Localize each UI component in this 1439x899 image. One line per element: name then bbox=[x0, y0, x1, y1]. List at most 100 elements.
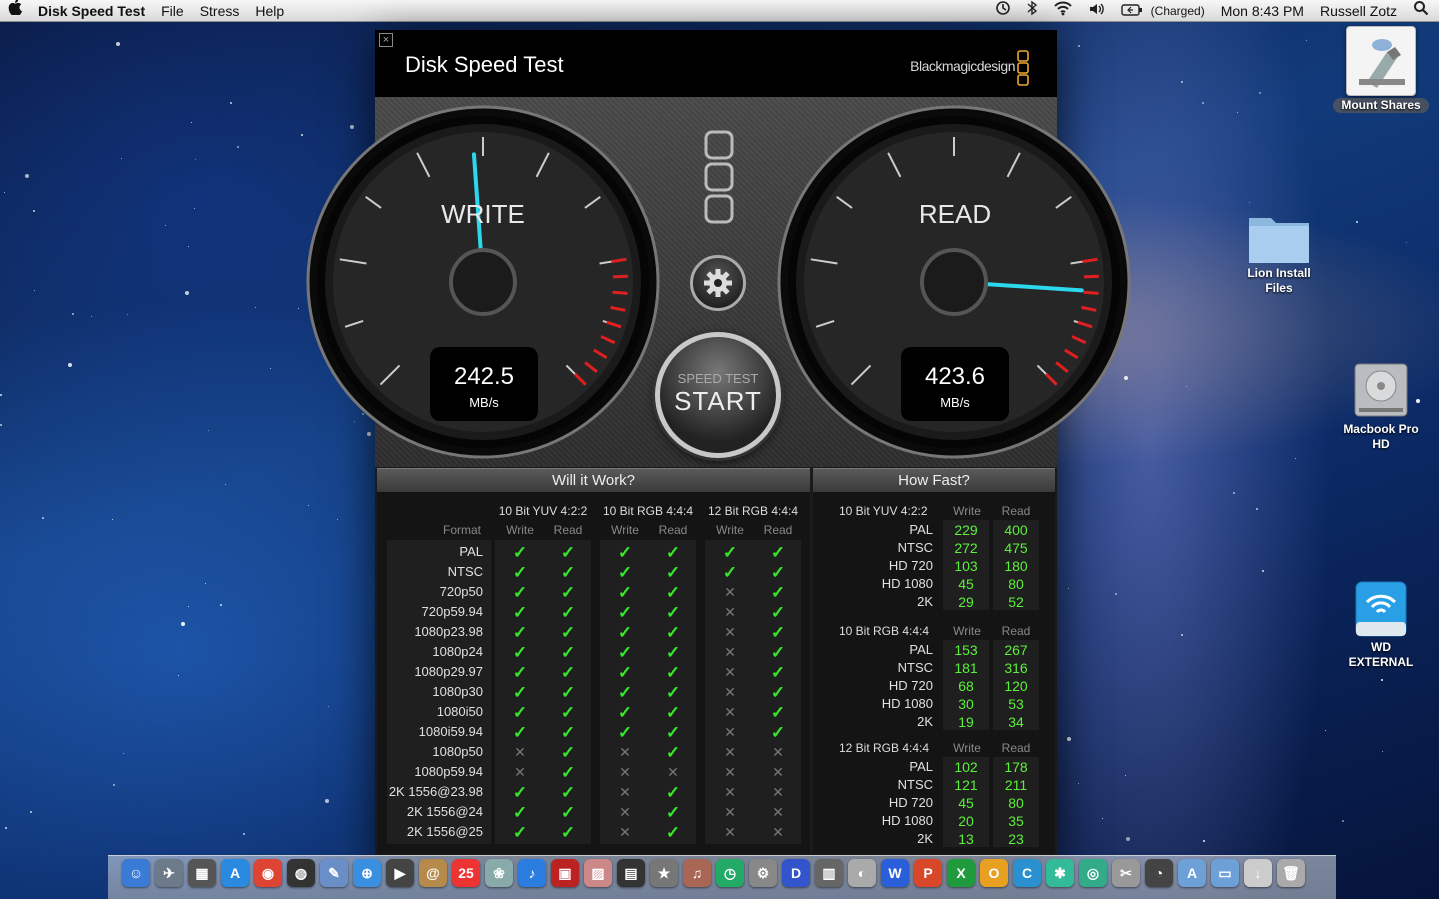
desktop-icon-lion-install-files[interactable]: Lion Install Files bbox=[1224, 208, 1334, 297]
dock-messenger-icon[interactable]: ✱ bbox=[1046, 859, 1074, 887]
dock-disk-utility-icon[interactable]: ◔ bbox=[1145, 859, 1173, 887]
dock-documents-folder-icon[interactable]: ▭ bbox=[1211, 859, 1239, 887]
star bbox=[328, 706, 329, 707]
battery-icon[interactable] bbox=[1113, 0, 1151, 22]
dock-photo-booth-icon[interactable]: ▣ bbox=[551, 859, 579, 887]
dock-garageband-icon[interactable]: ♫ bbox=[683, 859, 711, 887]
dock-chrome-icon[interactable]: ◉ bbox=[254, 859, 282, 887]
speed-row-label: PAL bbox=[909, 522, 933, 537]
app-menu[interactable]: Disk Speed Test bbox=[30, 0, 153, 22]
dock-vlc-icon[interactable]: D bbox=[782, 859, 810, 887]
dock-launchpad-icon[interactable]: ✈ bbox=[155, 859, 183, 887]
dock-word-icon[interactable]: W bbox=[881, 859, 909, 887]
star bbox=[178, 675, 179, 676]
check-icon: ✓ bbox=[617, 563, 633, 582]
dock-contacts-icon[interactable]: @ bbox=[419, 859, 447, 887]
check-icon: ✓ bbox=[617, 583, 633, 602]
spotlight-icon[interactable] bbox=[1405, 0, 1439, 22]
write-speed-value: 45 bbox=[958, 795, 974, 811]
cross-icon: ✕ bbox=[619, 764, 631, 780]
dock-communicator-icon[interactable]: C bbox=[1013, 859, 1041, 887]
dock-time-machine-icon[interactable]: ◷ bbox=[716, 859, 744, 887]
read-readout: 423.6 MB/s bbox=[901, 347, 1009, 421]
dock-dashboard-icon[interactable]: ◍ bbox=[287, 859, 315, 887]
dock-preview-icon[interactable]: ✎ bbox=[320, 859, 348, 887]
read-speed-value: 267 bbox=[1004, 642, 1028, 658]
speed-row-label: 2K bbox=[917, 714, 933, 729]
star bbox=[1203, 840, 1205, 842]
star bbox=[127, 314, 128, 315]
check-icon: ✓ bbox=[617, 683, 633, 702]
volume-icon[interactable] bbox=[1081, 0, 1113, 22]
format-row-label: 2K 1556@23.98 bbox=[388, 784, 483, 799]
read-value: 423.6 bbox=[924, 363, 986, 390]
apple-icon[interactable] bbox=[0, 0, 30, 22]
star bbox=[1342, 820, 1344, 822]
dock-app-store-icon[interactable]: A bbox=[221, 859, 249, 887]
group-header: 12 Bit RGB 4:4:4 bbox=[707, 504, 799, 518]
close-button[interactable]: × bbox=[379, 33, 393, 47]
star bbox=[1306, 40, 1307, 41]
star bbox=[112, 519, 113, 520]
format-row-label: 2K 1556@24 bbox=[406, 804, 483, 819]
cross-icon: ✕ bbox=[724, 824, 736, 840]
cross-icon: ✕ bbox=[514, 764, 526, 780]
dock-photos-icon[interactable]: ❀ bbox=[485, 859, 513, 887]
time-machine-icon[interactable] bbox=[987, 0, 1019, 22]
check-icon: ✓ bbox=[770, 583, 786, 602]
wifi-icon[interactable] bbox=[1045, 0, 1081, 22]
speed-row-label: 2K bbox=[917, 831, 933, 846]
check-icon: ✓ bbox=[617, 603, 633, 622]
dock-iphoto-icon[interactable]: ▨ bbox=[584, 859, 612, 887]
star bbox=[5, 827, 7, 829]
desktop-icon-mount-shares[interactable]: Mount Shares bbox=[1326, 26, 1436, 114]
cross-icon: ✕ bbox=[772, 764, 784, 780]
check-icon: ✓ bbox=[665, 743, 681, 762]
dock-finder-icon[interactable]: ☺ bbox=[122, 859, 150, 887]
read-speed-value: 180 bbox=[1004, 558, 1028, 574]
dock-powerpoint-icon[interactable]: P bbox=[914, 859, 942, 887]
stress-menu[interactable]: Stress bbox=[192, 0, 248, 22]
dock-system-preferences-icon[interactable]: ⚙ bbox=[749, 859, 777, 887]
check-icon: ✓ bbox=[617, 663, 633, 682]
dock-calendar-icon[interactable]: 25 bbox=[452, 859, 480, 887]
dock-applications-folder-icon[interactable]: A bbox=[1178, 859, 1206, 887]
format-row-label: 1080p59.94 bbox=[414, 764, 483, 779]
file-menu[interactable]: File bbox=[153, 0, 192, 22]
dock-itunes-icon[interactable]: ♪ bbox=[518, 859, 546, 887]
write-speed-value: 13 bbox=[958, 831, 974, 847]
check-icon: ✓ bbox=[512, 603, 528, 622]
menubar-user[interactable]: Russell Zotz bbox=[1312, 0, 1405, 22]
dock-utilities-icon[interactable]: ▥ bbox=[815, 859, 843, 887]
dock-network-icon[interactable]: ◎ bbox=[1079, 859, 1107, 887]
check-icon: ✓ bbox=[512, 583, 528, 602]
desktop-icon-wd-external[interactable]: WD EXTERNAL bbox=[1326, 578, 1436, 671]
star bbox=[30, 811, 32, 813]
dock-excel-icon[interactable]: X bbox=[947, 859, 975, 887]
check-icon: ✓ bbox=[770, 643, 786, 662]
dock-trash-icon[interactable]: 🗑 bbox=[1277, 859, 1305, 887]
dock-tools-icon[interactable]: ✂ bbox=[1112, 859, 1140, 887]
format-row-label: PAL bbox=[459, 544, 483, 559]
desktop-icon-macbook-pro-hd[interactable]: Macbook Pro HD bbox=[1326, 360, 1436, 453]
read-speed-value: 35 bbox=[1008, 813, 1024, 829]
menubar-clock[interactable]: Mon 8:43 PM bbox=[1213, 0, 1312, 22]
speed-row-label: NTSC bbox=[897, 540, 933, 555]
window-titlebar[interactable]: × Disk Speed Test Blackmagicdesign bbox=[375, 30, 1057, 97]
dock-downloads-folder-icon[interactable]: ↓ bbox=[1244, 859, 1272, 887]
cross-icon: ✕ bbox=[724, 804, 736, 820]
check-icon: ✓ bbox=[512, 703, 528, 722]
cross-icon: ✕ bbox=[724, 684, 736, 700]
star bbox=[225, 484, 226, 485]
bluetooth-icon[interactable] bbox=[1019, 0, 1045, 22]
write-subheader: Write bbox=[953, 624, 981, 638]
help-menu[interactable]: Help bbox=[247, 0, 292, 22]
dock-cleanup-icon[interactable]: ◐ bbox=[848, 859, 876, 887]
dock-mission-control-icon[interactable]: ▦ bbox=[188, 859, 216, 887]
dock-clapper-icon[interactable]: ▤ bbox=[617, 859, 645, 887]
dock-outlook-icon[interactable]: O bbox=[980, 859, 1008, 887]
check-icon: ✓ bbox=[560, 703, 576, 722]
dock-imovie-icon[interactable]: ★ bbox=[650, 859, 678, 887]
dock-safari-icon[interactable]: ⊕ bbox=[353, 859, 381, 887]
dock-facetime-icon[interactable]: ▶ bbox=[386, 859, 414, 887]
